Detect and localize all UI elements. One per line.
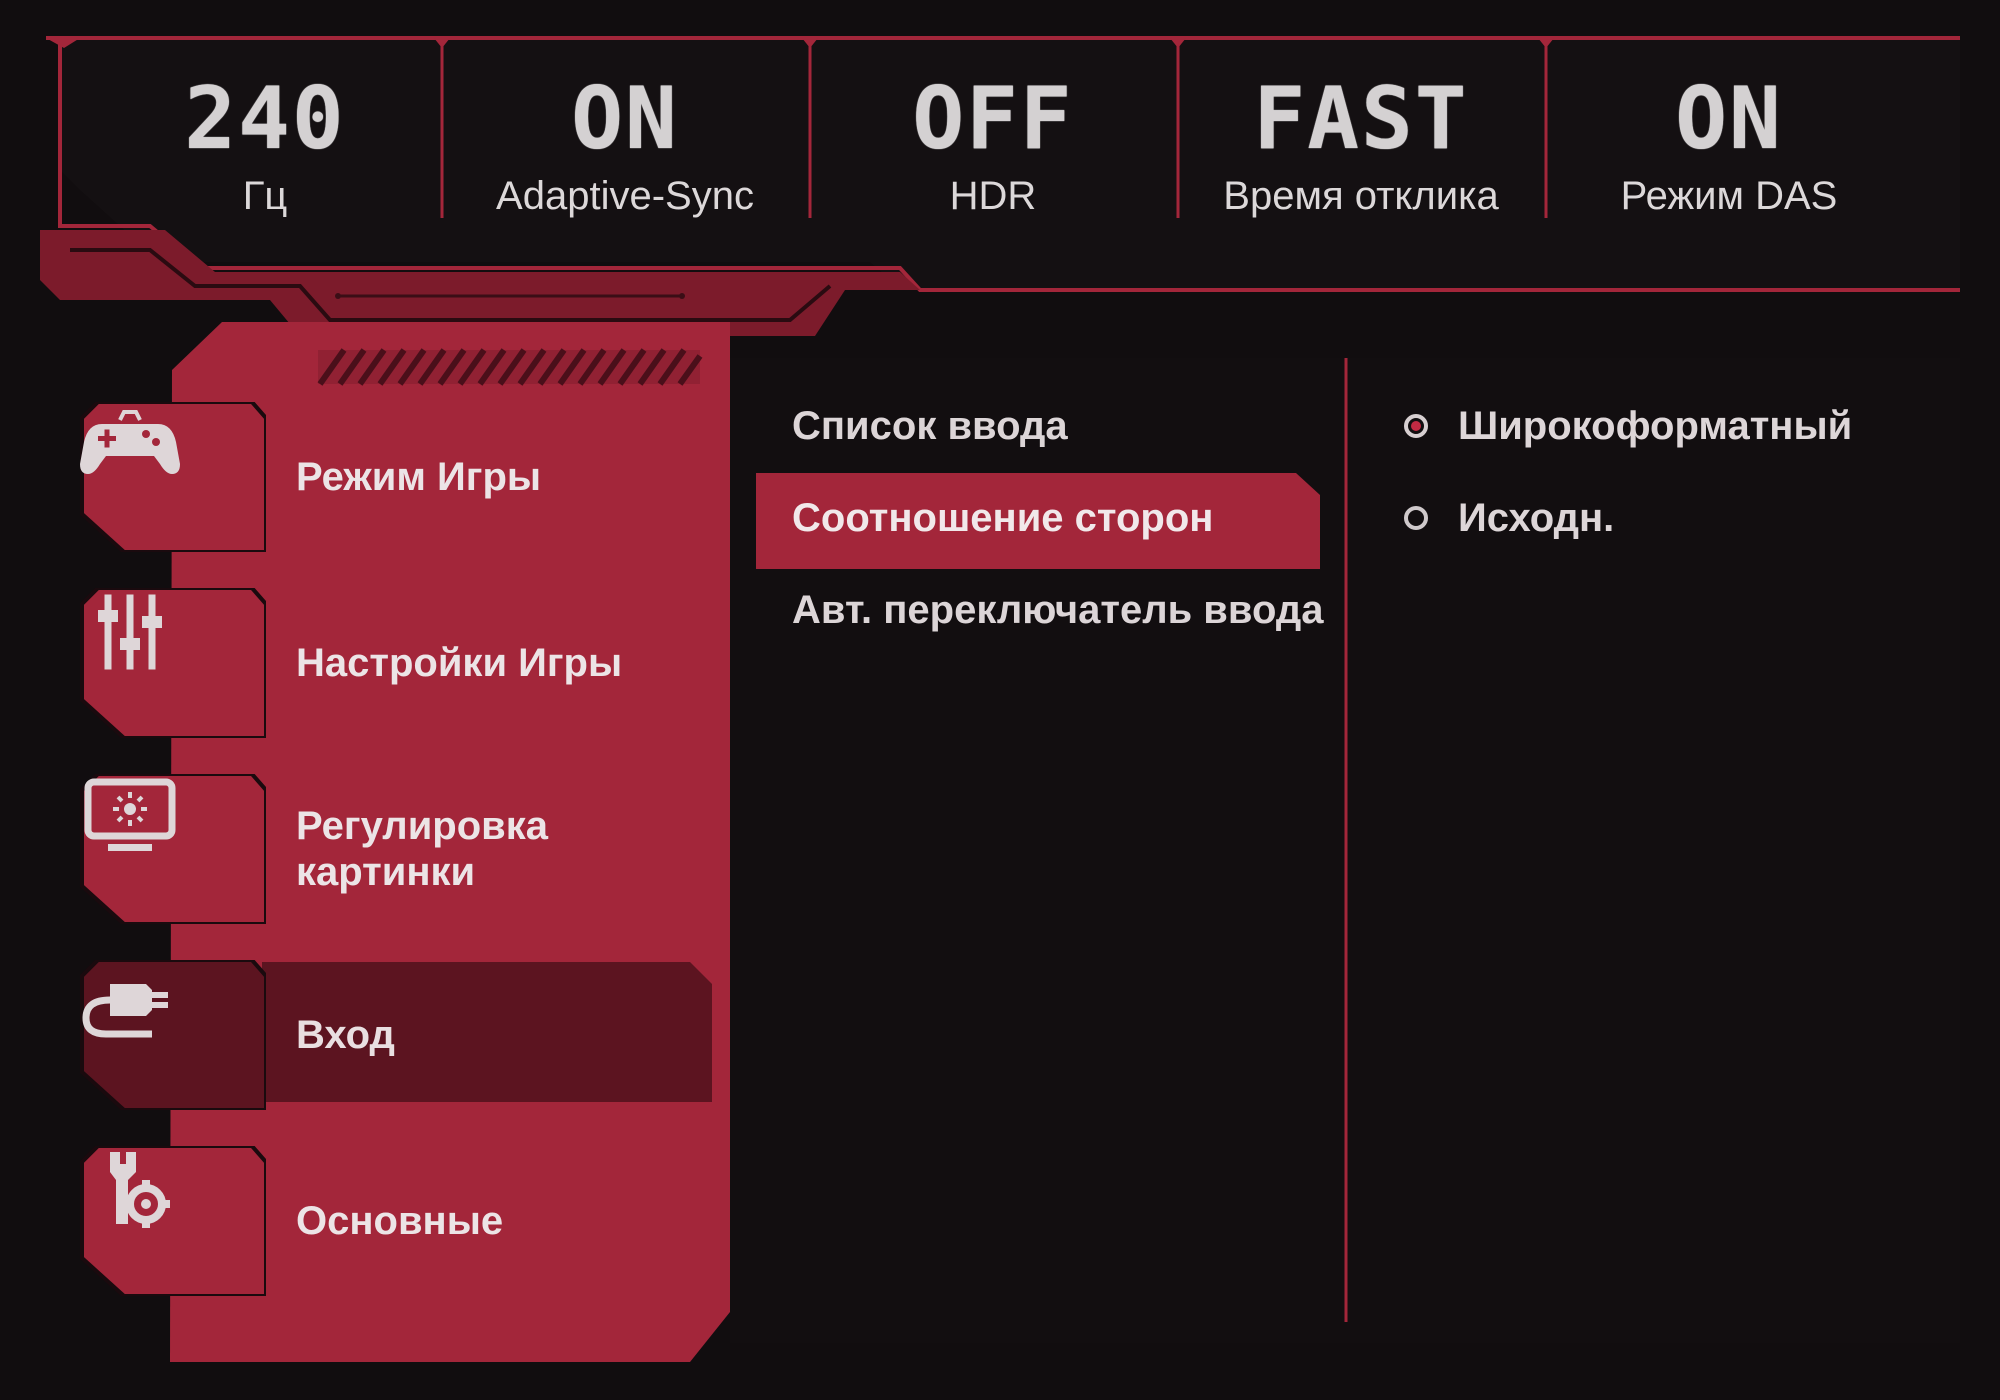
- option-original[interactable]: Исходн.: [1404, 488, 1614, 548]
- option-widescreen[interactable]: Широкоформатный: [1404, 396, 1852, 456]
- option-label: Широкоформатный: [1458, 403, 1853, 448]
- menu-item-label: Вход: [296, 1013, 395, 1057]
- status-value: ON: [1675, 69, 1783, 169]
- status-label: HDR: [949, 174, 1037, 218]
- menu-item-label: Основные: [296, 1199, 504, 1243]
- input-plug-icon: [82, 984, 168, 1038]
- status-label: Adaptive-Sync: [496, 174, 754, 218]
- status-label: Время отклика: [1223, 174, 1499, 218]
- menu-item-input[interactable]: Вход: [80, 960, 700, 1110]
- radio-selected-icon: [1404, 414, 1428, 438]
- menu-icon-box: [80, 588, 266, 738]
- submenu-auto-input-switch[interactable]: Авт. переключатель ввода: [792, 580, 1324, 640]
- menu-item-general[interactable]: Основные: [80, 1146, 700, 1296]
- status-value: FAST: [1253, 69, 1469, 169]
- menu-icon-box: [80, 774, 266, 924]
- submenu-aspect-ratio[interactable]: Соотношение сторон: [792, 488, 1213, 548]
- option-label: Исходн.: [1458, 495, 1615, 540]
- status-adaptive-sync: ON Adaptive-Sync: [460, 70, 790, 230]
- status-value: OFF: [912, 69, 1074, 169]
- menu-item-label: Регулировка картинки: [296, 804, 549, 894]
- menu-item-picture-adjust[interactable]: Регулировка картинки: [80, 774, 700, 924]
- sliders-icon: [98, 594, 162, 670]
- status-das-mode: ON Режим DAS: [1564, 70, 1894, 230]
- menu-icon-box: [80, 1146, 266, 1296]
- radio-empty-icon: [1404, 506, 1428, 530]
- status-value: ON: [571, 69, 679, 169]
- status-hdr: OFF HDR: [828, 70, 1158, 230]
- submenu-input-list[interactable]: Список ввода: [792, 396, 1068, 456]
- osd-screen: 240 Гц ON Adaptive-Sync OFF HDR FAST Вре…: [0, 0, 2000, 1400]
- menu-item-label: Режим Игры: [296, 455, 542, 499]
- menu-item-label: Настройки Игры: [296, 641, 623, 685]
- status-value: 240: [184, 69, 346, 169]
- wrench-gear-icon: [110, 1152, 170, 1228]
- menu-icon-box: [80, 960, 266, 1110]
- menu-icon-box: [80, 402, 266, 552]
- status-refresh-rate: 240 Гц: [100, 70, 430, 230]
- status-label: Режим DAS: [1620, 174, 1838, 218]
- status-response-time: FAST Время отклика: [1196, 70, 1526, 230]
- gamepad-icon: [80, 410, 180, 474]
- menu-item-game-mode[interactable]: Режим Игры: [80, 402, 700, 552]
- status-label: Гц: [242, 174, 288, 218]
- menu-item-game-settings[interactable]: Настройки Игры: [80, 588, 700, 738]
- monitor-brightness-icon: [84, 778, 176, 851]
